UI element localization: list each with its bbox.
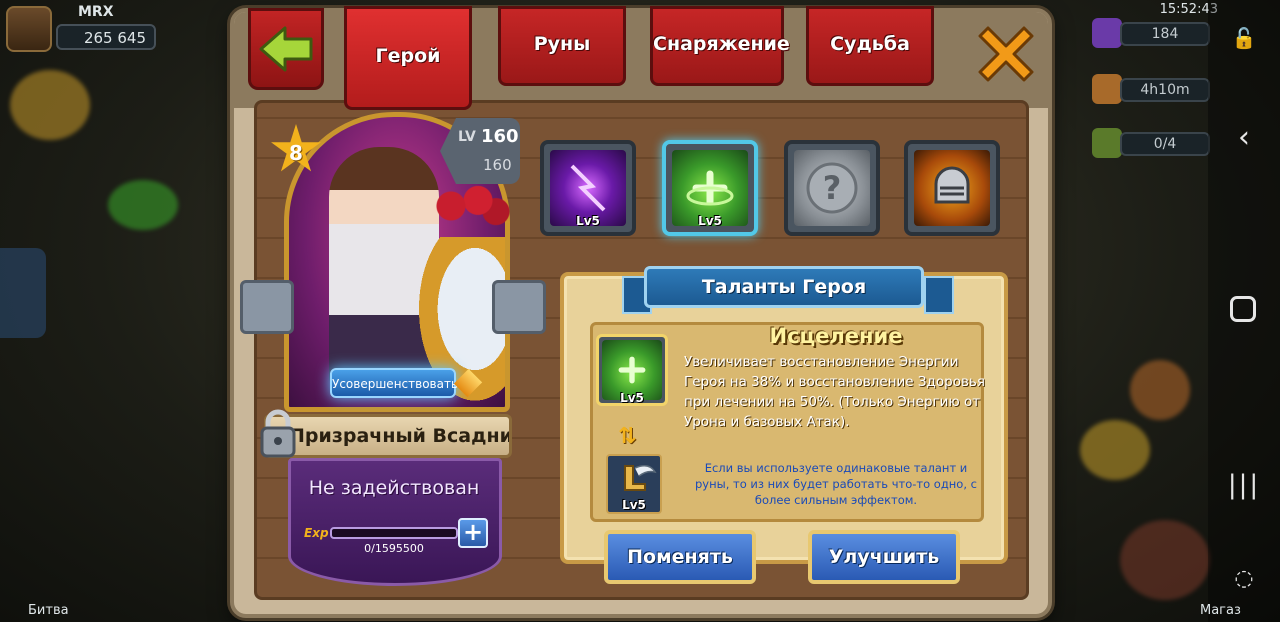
player-avatar[interactable] xyxy=(6,6,52,52)
home-icon[interactable] xyxy=(1230,296,1256,322)
tab-fate[interactable]: Судьба xyxy=(806,6,934,86)
talents-banner: Таланты Героя xyxy=(644,266,924,308)
talent-description: Увеличивает восстановление Энергии Героя… xyxy=(684,354,986,430)
add-exp-button[interactable]: + xyxy=(458,518,488,548)
slots-counter: 0/4 xyxy=(1120,132,1210,156)
rune-level: Lv5 xyxy=(622,498,646,512)
player-hud[interactable]: MRX 265 645 xyxy=(0,0,230,60)
svg-text:?: ? xyxy=(823,169,842,207)
skill-slot-3[interactable]: ? xyxy=(784,140,880,236)
background-building xyxy=(10,70,90,140)
skill-slot-2[interactable]: Lv5 xyxy=(662,140,758,236)
background-cauldron xyxy=(108,180,178,230)
background-hut xyxy=(1120,520,1210,600)
right-wing-ornament xyxy=(492,280,546,334)
skill-slot-1[interactable]: Lv5 xyxy=(540,140,636,236)
level-label: LV xyxy=(458,129,476,145)
recent-apps-icon[interactable]: ||| xyxy=(1226,470,1262,500)
gamepad-icon[interactable]: ◌ xyxy=(1226,566,1262,591)
tab-hero[interactable]: Герой xyxy=(344,6,472,110)
talent-icon[interactable]: Lv5 xyxy=(596,334,668,406)
skill-level: Lv5 xyxy=(698,214,722,228)
close-button[interactable] xyxy=(968,16,1044,92)
left-wing-ornament xyxy=(240,280,294,334)
exp-value: 0/1595500 xyxy=(364,542,424,555)
hero-panel: Герой Руны Снаряжение Судьба 8 LV 160 16… xyxy=(230,6,1052,618)
system-nav-bar: 🔓 ‹ ||| ◌ xyxy=(1208,0,1280,622)
skill-level: Lv5 xyxy=(576,214,600,228)
improve-button[interactable]: Улучшить xyxy=(808,530,960,584)
talent-level: Lv5 xyxy=(620,391,644,405)
padlock-icon xyxy=(258,406,298,460)
goblin-icon xyxy=(1092,128,1122,158)
max-level: 160 xyxy=(483,156,512,174)
gold-counter: 265 645 xyxy=(56,24,156,50)
question-mark-icon: ? xyxy=(794,150,870,226)
talent-note: Если вы используете одинаковые талант и … xyxy=(695,461,977,507)
banner-tail-right xyxy=(924,276,954,314)
skill-slot-4[interactable] xyxy=(904,140,1000,236)
swap-arrows-icon: ⇅ xyxy=(618,424,637,449)
background-tower xyxy=(1130,360,1190,420)
close-icon xyxy=(978,26,1034,82)
gem-counter: 184 xyxy=(1120,22,1210,46)
swap-button[interactable]: Поменять xyxy=(604,530,756,584)
player-name: MRX xyxy=(78,4,114,20)
winged-boot-rune-icon[interactable]: Lv5 xyxy=(606,454,662,514)
talent-title: Исцеление xyxy=(769,324,903,348)
back-button[interactable] xyxy=(248,8,324,90)
tab-equipment[interactable]: Снаряжение xyxy=(650,6,790,86)
hero-name: Призрачный Всадник xyxy=(264,414,512,458)
hero-status-text: Не задействован xyxy=(308,477,480,499)
exp-label: Exp xyxy=(304,526,329,540)
shield-icon xyxy=(1092,74,1122,104)
shield-timer: 4h10m xyxy=(1120,78,1210,102)
gem-icon xyxy=(1092,18,1122,48)
tab-runes[interactable]: Руны xyxy=(498,6,626,86)
left-side-button[interactable] xyxy=(0,248,46,338)
roses-decoration xyxy=(424,178,514,234)
back-icon[interactable]: ‹ xyxy=(1226,120,1262,155)
shop-label[interactable]: Магаз xyxy=(1200,603,1241,618)
exp-progress-bar xyxy=(330,527,458,539)
knight-helmet-icon xyxy=(914,150,990,226)
background-building-right xyxy=(1080,420,1150,480)
hero-level: 160 xyxy=(481,126,519,147)
lock-icon[interactable]: 🔓 xyxy=(1226,26,1262,50)
arrow-left-icon xyxy=(259,26,313,72)
battle-label[interactable]: Битва xyxy=(28,603,69,618)
enhance-button[interactable]: Усовершенствовать xyxy=(330,368,458,398)
